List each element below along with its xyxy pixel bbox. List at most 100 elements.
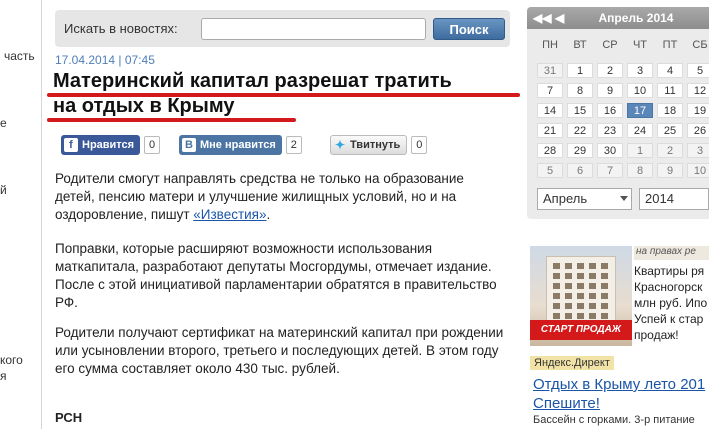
- ad-image[interactable]: СТАРТ ПРОДАЖ: [530, 246, 632, 346]
- facebook-like-widget: f Нравится 0: [61, 135, 161, 155]
- calendar-day[interactable]: 29: [567, 143, 593, 158]
- search-input[interactable]: [201, 18, 426, 40]
- chevron-down-icon: [620, 196, 628, 201]
- calendar-day[interactable]: 21: [537, 123, 563, 138]
- left-fragment[interactable]: я: [0, 369, 7, 383]
- building-window: [577, 303, 584, 309]
- twitter-bird-icon: ✦: [334, 138, 346, 152]
- facebook-icon: f: [64, 138, 78, 152]
- weekday-label: СР: [602, 39, 618, 51]
- left-fragment[interactable]: й: [0, 183, 7, 197]
- vk-like-button[interactable]: B Мне нравится: [179, 135, 282, 155]
- building-window: [565, 313, 572, 319]
- building-window: [565, 283, 572, 289]
- calendar-day[interactable]: 10: [687, 163, 709, 178]
- left-fragment[interactable]: кого: [0, 353, 23, 367]
- building-window: [577, 263, 584, 269]
- calendar-day[interactable]: 6: [567, 163, 593, 178]
- source-link[interactable]: «Известия»: [193, 207, 266, 222]
- calendar-day[interactable]: 3: [687, 143, 709, 158]
- direct-ad-subtext: Бассейн с горками. 3-р питание: [533, 414, 695, 426]
- calendar-day[interactable]: 7: [537, 83, 563, 98]
- calendar-day[interactable]: 5: [687, 63, 709, 78]
- yandex-direct-label[interactable]: Яндекс.Директ: [530, 356, 614, 370]
- vk-icon: B: [182, 138, 196, 152]
- article-title-line: Материнский капитал разрешат тратить: [53, 70, 452, 92]
- building-window: [589, 293, 596, 299]
- calendar-day[interactable]: 18: [657, 103, 683, 118]
- building-window: [577, 283, 584, 289]
- calendar-day[interactable]: 8: [567, 83, 593, 98]
- calendar-day[interactable]: 5: [537, 163, 563, 178]
- calendar-day[interactable]: 1: [627, 143, 653, 158]
- calendar-day[interactable]: 14: [537, 103, 563, 118]
- prev-year-icon[interactable]: ◀◀: [533, 11, 551, 25]
- paragraph-end: .: [266, 207, 271, 222]
- left-fragment[interactable]: е: [0, 116, 7, 130]
- tweet-count: 0: [411, 136, 428, 154]
- vk-like-widget: B Мне нравится 2: [179, 135, 302, 155]
- calendar-day[interactable]: 23: [597, 123, 623, 138]
- building-window: [565, 263, 572, 269]
- calendar-day[interactable]: 2: [597, 63, 623, 78]
- left-fragment[interactable]: часть: [4, 49, 35, 63]
- calendar-day[interactable]: 3: [627, 63, 653, 78]
- article-source: РСН: [55, 410, 83, 425]
- calendar-day[interactable]: 8: [627, 163, 653, 178]
- calendar-day[interactable]: 28: [537, 143, 563, 158]
- weekday-label: ВТ: [573, 39, 587, 51]
- building-window: [565, 293, 572, 299]
- search-button[interactable]: Поиск: [433, 18, 505, 40]
- calendar-day[interactable]: 9: [597, 83, 623, 98]
- calendar-day[interactable]: 11: [657, 83, 683, 98]
- building-window: [601, 293, 608, 299]
- prev-month-icon[interactable]: ◀: [555, 11, 564, 25]
- calendar-day[interactable]: 26: [687, 123, 709, 138]
- building-window: [577, 293, 584, 299]
- building-window: [565, 273, 572, 279]
- facebook-like-button[interactable]: f Нравится: [61, 135, 141, 155]
- building-window: [601, 263, 608, 269]
- title-underline-mark: [47, 93, 520, 97]
- article-date: 17.04.2014 | 07:45: [55, 53, 155, 67]
- building-window: [589, 283, 596, 289]
- calendar-day[interactable]: 1: [567, 63, 593, 78]
- calendar-day[interactable]: 22: [567, 123, 593, 138]
- calendar-day[interactable]: 31: [537, 63, 563, 78]
- year-select[interactable]: 2014: [639, 188, 709, 210]
- calendar-day[interactable]: 7: [597, 163, 623, 178]
- building-window: [553, 293, 560, 299]
- tweet-label: Твитнуть: [350, 139, 401, 151]
- article-paragraph: Родители смогут направлять средства не т…: [55, 170, 505, 224]
- month-select[interactable]: Апрель: [537, 188, 632, 210]
- ad-banner: СТАРТ ПРОДАЖ: [530, 320, 632, 340]
- direct-ad-link[interactable]: Отдых в Крыму лето 201 Спешите!: [533, 375, 709, 413]
- calendar-day[interactable]: 2: [657, 143, 683, 158]
- calendar-day[interactable]: 19: [687, 103, 709, 118]
- left-column: часть е й кого я: [0, 0, 42, 429]
- title-underline-mark: [47, 118, 296, 122]
- calendar-day[interactable]: 24: [627, 123, 653, 138]
- building-window: [565, 303, 572, 309]
- calendar-day[interactable]: 10: [627, 83, 653, 98]
- building-window: [601, 303, 608, 309]
- calendar-day[interactable]: 17: [627, 103, 653, 118]
- calendar-day[interactable]: 25: [657, 123, 683, 138]
- news-calendar: ◀◀ ◀ Апрель 2014 ПН ВТ СР ЧТ ПТ СБ 31 1 2 3 4 5 7 8 9 1…: [527, 7, 709, 219]
- ad-tag: на правах ре: [634, 246, 709, 260]
- calendar-day[interactable]: 9: [657, 163, 683, 178]
- calendar-day[interactable]: 4: [657, 63, 683, 78]
- ad-text[interactable]: Квартиры ря Красногорск млн руб. Ипо Усп…: [634, 263, 709, 343]
- calendar-day[interactable]: 16: [597, 103, 623, 118]
- tweet-button[interactable]: ✦ Твитнуть: [330, 135, 408, 155]
- building-window: [577, 313, 584, 319]
- search-label: Искать в новостях:: [64, 21, 178, 36]
- calendar-month-title: Апрель 2014: [598, 11, 674, 25]
- calendar-day[interactable]: 12: [687, 83, 709, 98]
- page: часть е й кого я Искать в новостях: Поис…: [0, 0, 709, 429]
- weekday-label: ЧТ: [632, 39, 648, 51]
- calendar-day[interactable]: 15: [567, 103, 593, 118]
- calendar-day[interactable]: 30: [597, 143, 623, 158]
- building-window: [553, 283, 560, 289]
- building-window: [553, 263, 560, 269]
